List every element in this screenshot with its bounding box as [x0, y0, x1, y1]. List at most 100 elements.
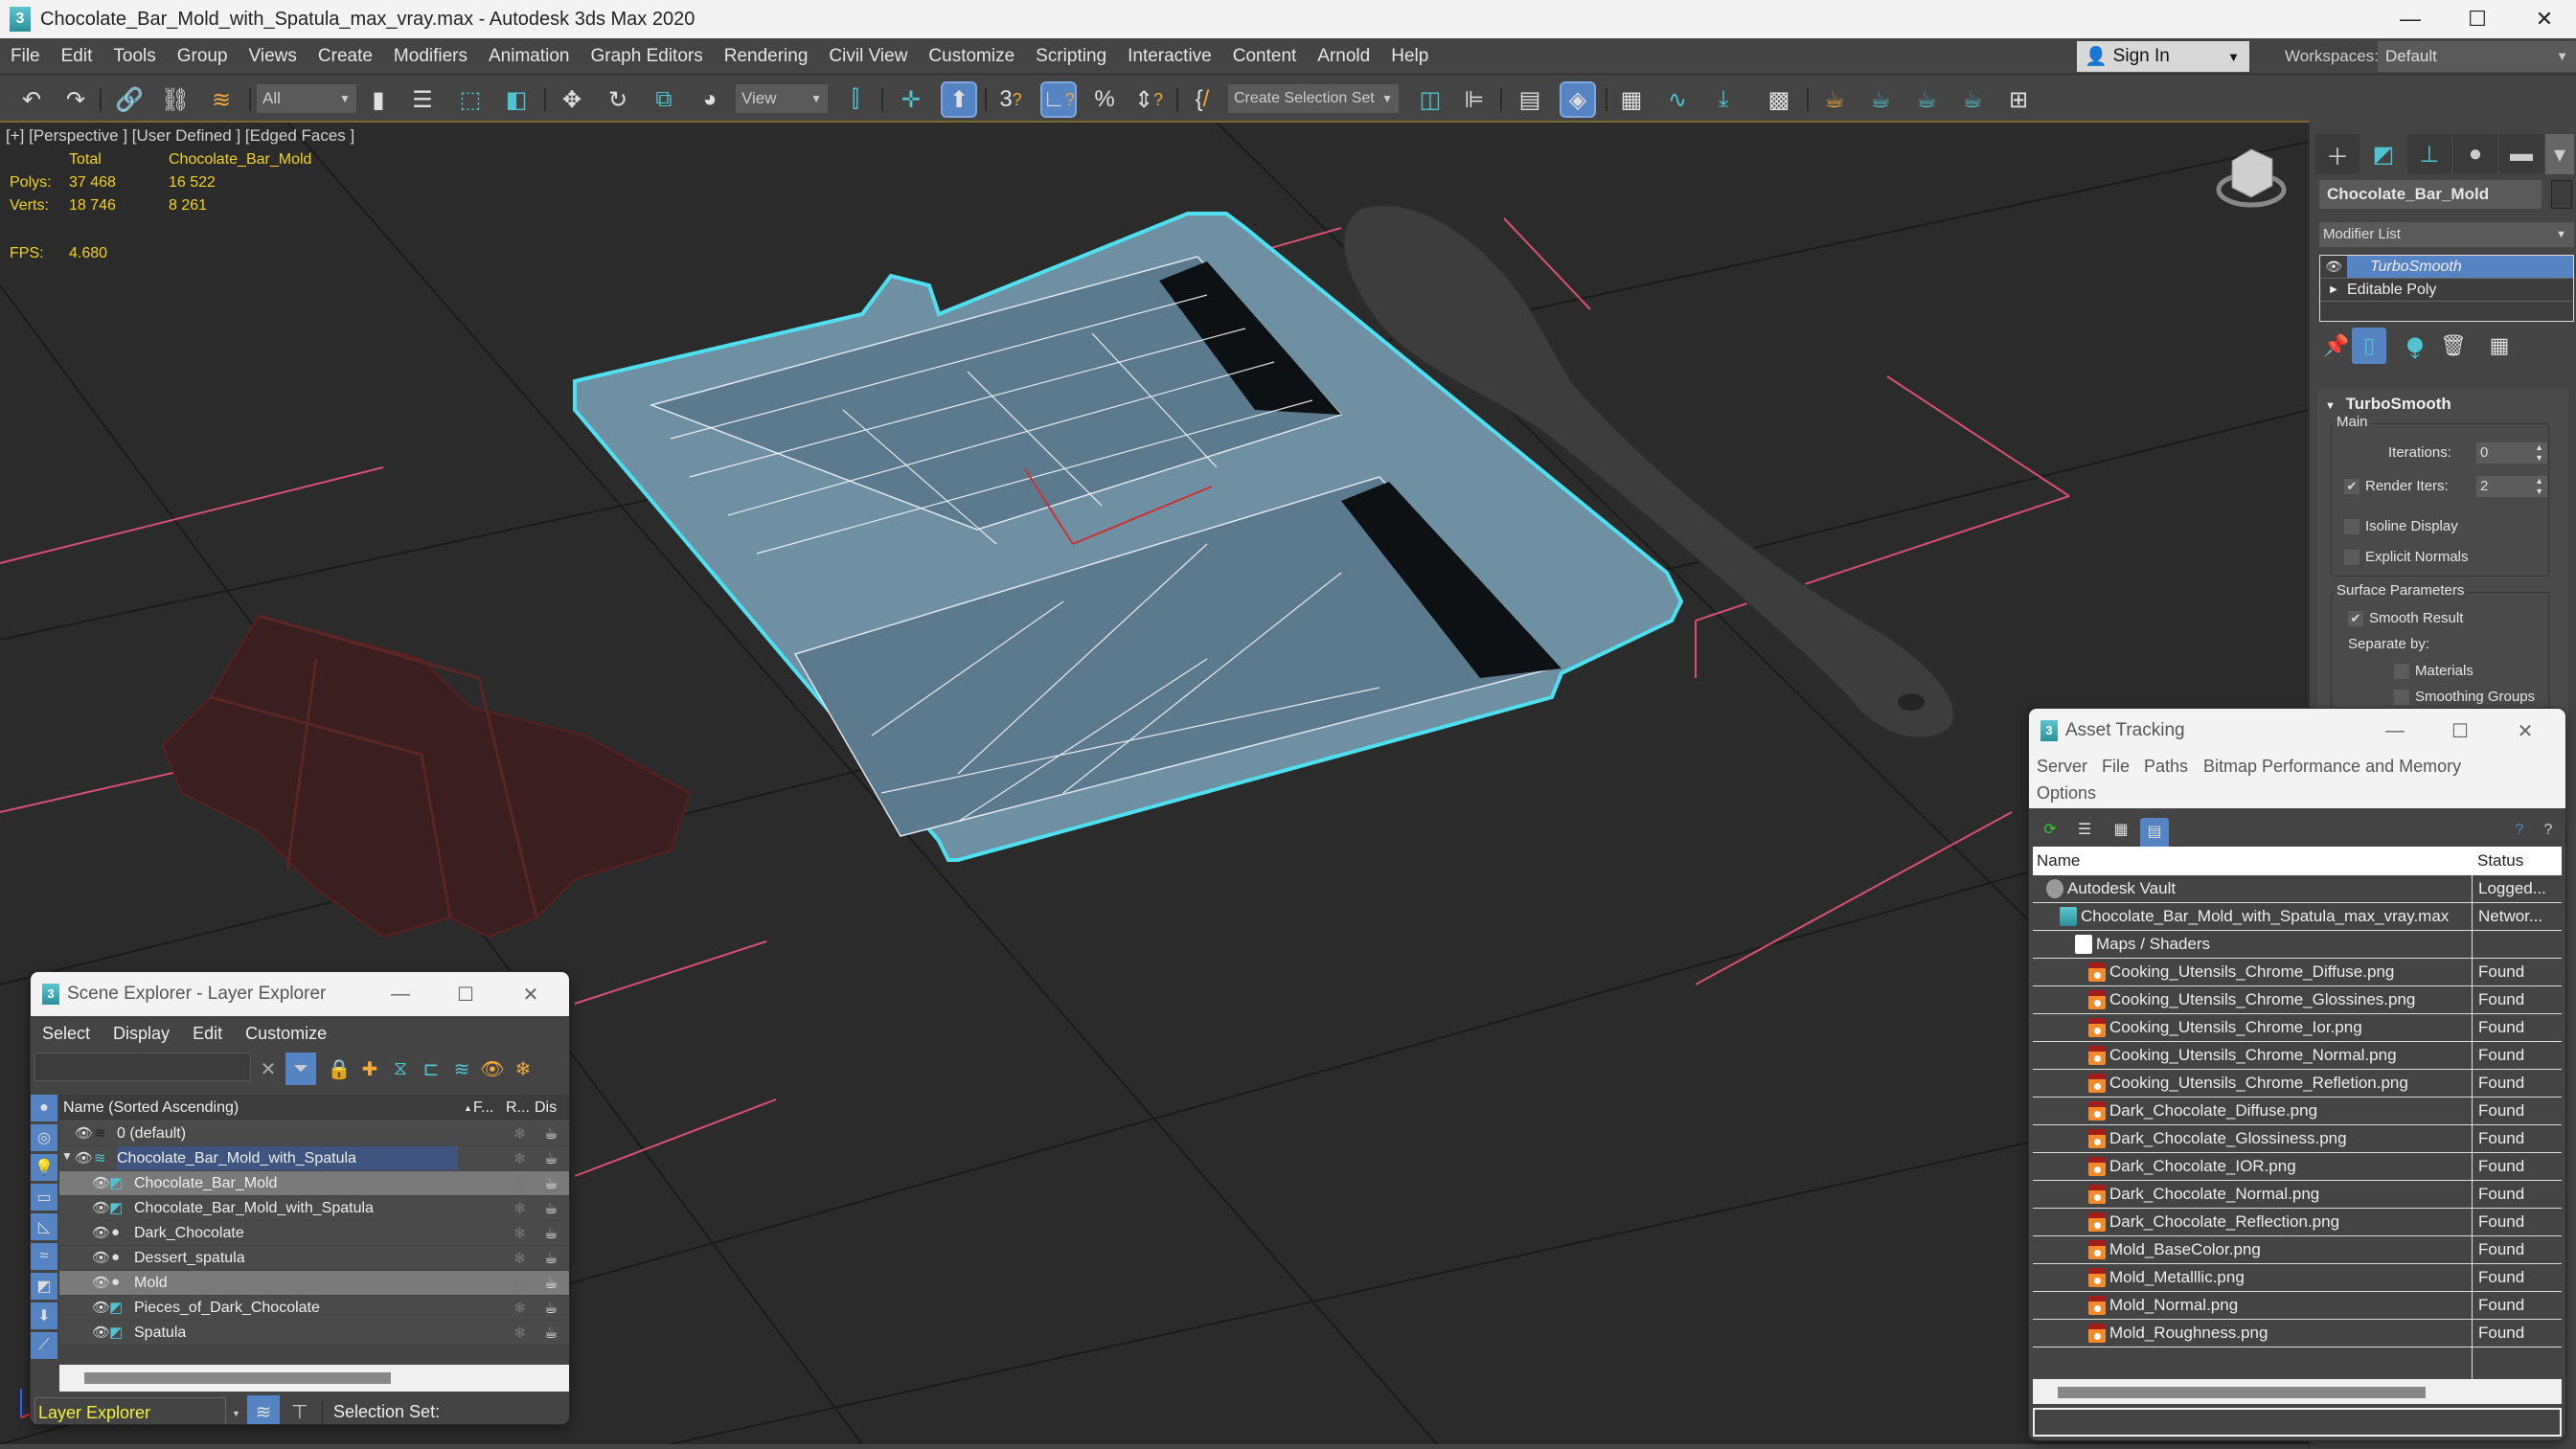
spinner-snap-icon[interactable]: ⇕?	[1132, 83, 1165, 116]
menu-edit[interactable]: Edit	[51, 46, 103, 67]
scrollbar-thumb[interactable]	[84, 1372, 391, 1384]
freeze-icon[interactable]: ❄	[513, 1299, 526, 1318]
menu-select[interactable]: Select	[31, 1024, 102, 1044]
horizontal-scrollbar[interactable]	[2033, 1379, 2562, 1404]
close-button[interactable]: ✕	[2516, 0, 2573, 38]
rotate-icon[interactable]: ↻	[602, 83, 634, 116]
horizontal-scrollbar[interactable]	[59, 1365, 569, 1392]
object-name-field[interactable]: Chocolate_Bar_Mold	[2319, 180, 2542, 209]
expand-arrow-icon[interactable]: ▶	[2320, 284, 2347, 295]
menu-display[interactable]: Display	[102, 1024, 181, 1044]
menu-scripting[interactable]: Scripting	[1025, 46, 1117, 67]
render-teapot-icon[interactable]: ☕	[544, 1249, 558, 1268]
freeze-icon[interactable]: ❄	[513, 1249, 526, 1268]
explicit-normals-checkbox[interactable]	[2344, 550, 2359, 565]
asset-row[interactable]: Dark_Chocolate_Diffuse.png Found	[2033, 1098, 2562, 1125]
freeze-icon[interactable]: ❄	[513, 1199, 526, 1218]
asset-row[interactable]: Cooking_Utensils_Chrome_Normal.png Found	[2033, 1042, 2562, 1070]
tree-row[interactable]: 👁 ◩ Chocolate_Bar_Mold_with_Spatula ❄ ☕	[59, 1196, 569, 1221]
scene-search-input[interactable]	[34, 1053, 251, 1081]
asset-row[interactable]: Autodesk Vault Logged...	[2033, 875, 2562, 903]
freeze-icon[interactable]: ❄	[513, 1149, 526, 1168]
menu-tools[interactable]: Tools	[103, 46, 166, 67]
render-teapot-icon[interactable]: ☕	[544, 1299, 558, 1318]
layers-icon[interactable]: ≋	[446, 1053, 477, 1085]
tree-row[interactable]: 👁 ◩ Spatula ❄ ☕	[59, 1321, 569, 1346]
column-display[interactable]: Dis	[535, 1099, 563, 1117]
menu-arnold[interactable]: Arnold	[1307, 46, 1380, 67]
redo-icon[interactable]: ↷	[59, 83, 92, 116]
select-object-icon[interactable]: ▮	[362, 83, 395, 116]
chevron-down-icon[interactable]: ▼	[232, 1409, 240, 1418]
render-production-icon[interactable]: ☕	[1910, 83, 1943, 116]
schematic-view-icon[interactable]: ⤓	[1707, 83, 1740, 116]
eye-icon[interactable]: 👁	[92, 1299, 110, 1316]
percent-snap-icon[interactable]: %	[1088, 83, 1121, 116]
more-tabs-dropdown-icon[interactable]: ▾	[2545, 134, 2574, 174]
render-teapot-icon[interactable]: ☕	[544, 1124, 558, 1143]
viewport-label[interactable]: [+] [Perspective ] [User Defined ] [Edge…	[6, 126, 354, 146]
minimize-button[interactable]: —	[2382, 0, 2439, 38]
create-tab-icon[interactable]: ＋	[2315, 134, 2359, 174]
asset-row[interactable]: Mold_Normal.png Found	[2033, 1292, 2562, 1320]
modify-tab-icon[interactable]: ◩	[2361, 134, 2405, 174]
selection-filter-dropdown[interactable]: All ▼	[257, 84, 356, 113]
remove-modifier-icon[interactable]: 🗑	[2436, 328, 2471, 364]
make-unique-icon[interactable]: ⧭	[2398, 328, 2432, 364]
spinner-arrows-icon[interactable]: ▲ ▼	[2535, 442, 2543, 464]
eye-icon[interactable]: 👁	[92, 1249, 110, 1266]
menu-civil-view[interactable]: Civil View	[818, 46, 918, 67]
curve-editor-icon[interactable]: ∿	[1661, 83, 1694, 116]
render-setup-icon[interactable]: ☕	[1818, 83, 1851, 116]
refresh-icon[interactable]: ⟳	[2039, 818, 2062, 843]
menu-bitmap-performance[interactable]: Bitmap Performance and Memory	[2203, 757, 2461, 777]
menu-create[interactable]: Create	[308, 46, 383, 67]
explorer-mode-dropdown[interactable]: Layer Explorer	[34, 1397, 226, 1424]
menu-customize[interactable]: Customize	[918, 46, 1025, 67]
column-name[interactable]: Name	[2037, 851, 2080, 871]
spacewarps-filter-icon[interactable]: ≈	[31, 1243, 57, 1270]
asset-row[interactable]: Cooking_Utensils_Chrome_Ior.png Found	[2033, 1014, 2562, 1042]
workspace-dropdown[interactable]: Default ▼	[2378, 41, 2576, 72]
rollout-header[interactable]: ▼ TurboSmooth	[2325, 395, 2451, 414]
modifier-list-dropdown[interactable]: Modifier List ▼	[2319, 222, 2574, 247]
viewport-layout-icon[interactable]: ⊞	[2002, 83, 2035, 116]
menu-views[interactable]: Views	[239, 46, 308, 67]
object-color-swatch[interactable]	[2551, 180, 2572, 209]
freeze-icon[interactable]: ❄	[513, 1324, 526, 1343]
layer-explorer-icon[interactable]: ◈	[1560, 81, 1596, 118]
scene-explorer-titlebar[interactable]: 3 Scene Explorer - Layer Explorer — ☐ ✕	[31, 972, 569, 1016]
maximize-button[interactable]: ☐	[2449, 0, 2506, 38]
stack-item-turbosmooth[interactable]: 👁 TurboSmooth	[2320, 256, 2573, 279]
smooth-result-checkbox[interactable]: ✔	[2348, 611, 2363, 626]
minimize-button[interactable]: —	[372, 972, 429, 1016]
materials-checkbox[interactable]	[2394, 664, 2409, 679]
eye-icon[interactable]: 👁	[92, 1199, 110, 1216]
freeze-icon[interactable]: ❄	[513, 1124, 526, 1143]
rect-region-icon[interactable]: ⬚	[454, 83, 487, 116]
tree-row[interactable]: 👁 ● Dessert_spatula ❄ ☕	[59, 1246, 569, 1271]
freeze-icon[interactable]: ❄	[513, 1274, 526, 1293]
table-view-icon[interactable]: ▤	[2140, 818, 2169, 847]
hierarchy-mode-icon[interactable]: ⊤	[284, 1395, 316, 1424]
whats-this-icon[interactable]: ?	[2537, 818, 2560, 843]
motion-tab-icon[interactable]: ●	[2453, 134, 2497, 174]
menu-help[interactable]: Help	[1380, 46, 1439, 67]
cameras-filter-icon[interactable]: ▭	[31, 1184, 57, 1211]
select-by-name-icon[interactable]: ☰	[406, 83, 439, 116]
menu-paths[interactable]: Paths	[2144, 757, 2188, 777]
close-button[interactable]: ✕	[502, 972, 559, 1016]
expand-arrow-icon[interactable]: ▼	[61, 1149, 73, 1163]
eye-icon[interactable]: 👁	[2320, 259, 2347, 275]
column-status[interactable]: Status	[2477, 851, 2523, 871]
spinner-arrows-icon[interactable]: ▲ ▼	[2535, 476, 2543, 497]
asset-row[interactable]: Chocolate_Bar_Mold_with_Spatula_max_vray…	[2033, 903, 2562, 931]
lock-icon[interactable]: 🔒	[324, 1053, 354, 1085]
menu-server[interactable]: Server	[2037, 757, 2087, 777]
bones-filter-icon[interactable]: ⟋	[31, 1332, 57, 1359]
menu-interactive[interactable]: Interactive	[1117, 46, 1222, 67]
iterations-spinner[interactable]: 0 ▲ ▼	[2476, 442, 2547, 464]
move-icon[interactable]: ✥	[556, 83, 588, 116]
geometry-filter-icon[interactable]: ●	[31, 1095, 57, 1121]
lights-filter-icon[interactable]: 💡	[31, 1154, 57, 1181]
